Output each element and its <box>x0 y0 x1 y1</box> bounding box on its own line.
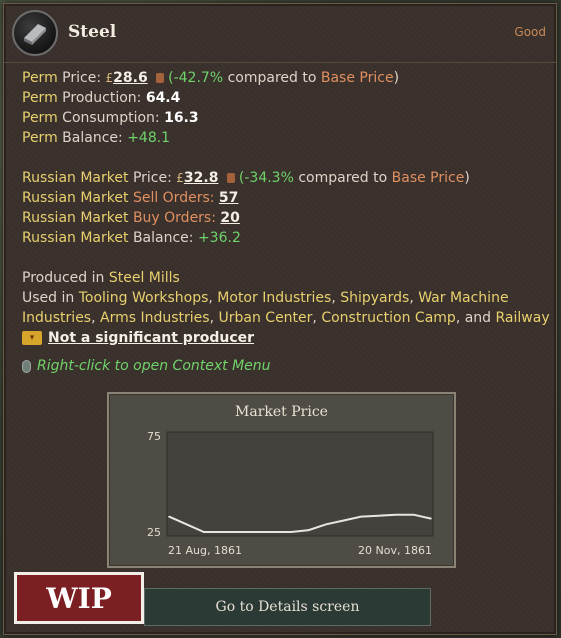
goods-tooltip: Steel Good Perm Price: £28.6 (-42.7% com… <box>3 3 557 635</box>
market-price-chart: Market Price 75 25 21 Aug, 1861 20 Nov, 186… <box>107 392 456 568</box>
y-tick-label: 75 <box>147 430 161 443</box>
used-in-line: Used in Tooling Workshops, Motor Industr… <box>22 290 550 326</box>
market-buy-line: Russian Market Buy Orders: 20 <box>22 210 240 226</box>
buy-orders-value[interactable]: 20 <box>220 210 239 226</box>
price-point <box>377 514 380 517</box>
pound-icon: £ <box>176 171 184 185</box>
good-category: Good <box>514 25 546 39</box>
context-hint: Right-click to open Context Menu <box>22 356 552 376</box>
wip-badge: WIP <box>14 572 144 624</box>
not-significant-producer[interactable]: Not a significant producer <box>48 328 254 348</box>
tooltip-body: Perm Price: £28.6 (-42.7% compared to Ba… <box>22 68 552 376</box>
produced-in-line: Produced in Steel Mills <box>22 270 180 286</box>
pound-icon: £ <box>105 71 114 85</box>
price-point <box>255 531 258 533</box>
chart-plot-area <box>166 431 434 537</box>
not-significant-line: ▾ Not a significant producer <box>22 328 552 348</box>
sell-orders-value[interactable]: 57 <box>219 190 238 206</box>
price-point <box>395 513 397 516</box>
details-screen-button[interactable]: Go to Details screen <box>144 588 431 626</box>
price-point <box>360 515 362 518</box>
perm-balance-line: Perm Balance: +48.1 <box>22 130 171 146</box>
chart-plot: 75 25 21 Aug, 1861 20 Nov, 1861 <box>147 430 434 557</box>
market-price-line: Russian Market Price: £32.8 (-34.3% comp… <box>22 170 470 186</box>
price-point <box>220 531 223 533</box>
price-point <box>168 515 170 518</box>
price-point <box>307 529 310 531</box>
warning-ticket-icon: ▾ <box>22 331 42 345</box>
y-tick-label: 25 <box>147 526 161 539</box>
price-point <box>203 531 205 533</box>
price-point <box>325 523 327 526</box>
mouse-icon <box>22 359 31 373</box>
market-price-value[interactable]: 32.8 <box>184 170 219 186</box>
barrel-icon <box>226 173 235 183</box>
x-tick-label: 20 Nov, 1861 <box>358 544 432 557</box>
price-point <box>273 531 275 533</box>
market-sell-line: Russian Market Sell Orders: 57 <box>22 190 239 206</box>
price-point <box>412 513 415 516</box>
market-balance-line: Russian Market Balance: +36.2 <box>22 230 241 246</box>
perm-price-line: Perm Price: £28.6 (-42.7% compared to Ba… <box>22 70 400 86</box>
x-tick-label: 21 Aug, 1861 <box>168 544 242 557</box>
good-title: Steel <box>68 22 117 42</box>
price-point <box>290 531 293 533</box>
barrel-icon <box>156 73 165 83</box>
price-point <box>430 517 432 520</box>
price-point <box>238 531 240 533</box>
steel-ingot-icon <box>12 10 58 56</box>
produced-in-building[interactable]: Steel Mills <box>109 270 180 286</box>
price-point <box>342 519 345 522</box>
tooltip-header: Steel Good <box>4 4 556 63</box>
perm-consumption-line: Perm Consumption: 16.3 <box>22 110 199 126</box>
perm-price-value[interactable]: 28.6 <box>113 70 148 86</box>
price-point <box>185 523 188 526</box>
perm-production-line: Perm Production: 64.4 <box>22 90 181 106</box>
